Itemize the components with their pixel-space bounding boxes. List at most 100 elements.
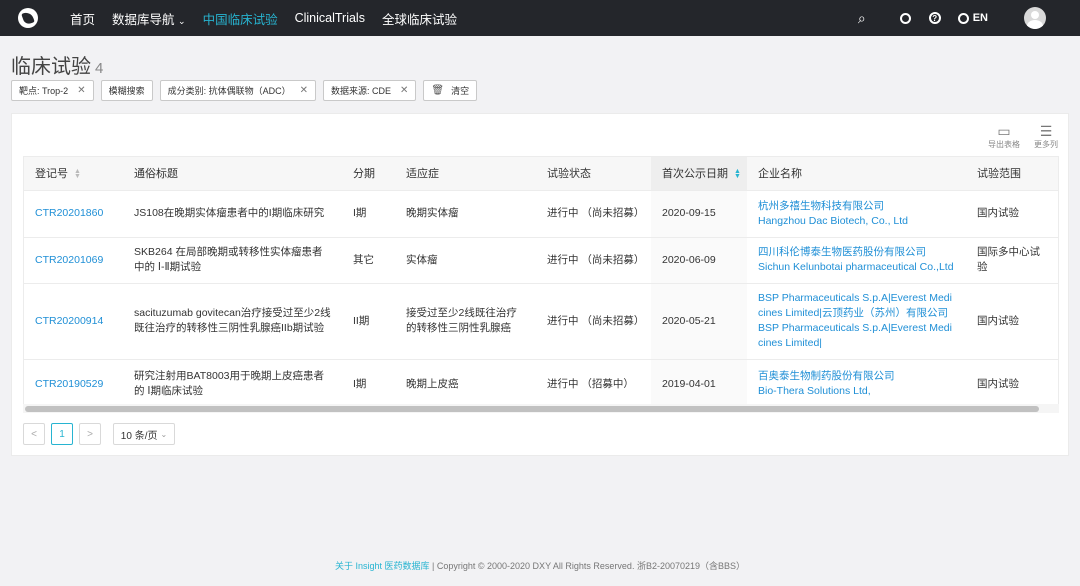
chevron-down-icon: ⌄ <box>178 15 186 26</box>
trial-id-link[interactable]: CTR20201069 <box>24 237 123 284</box>
language-label: EN <box>972 12 988 24</box>
sort-icon[interactable]: ▲ ▼ <box>74 168 81 180</box>
list-icon: ☰ <box>1039 123 1053 139</box>
trial-status: 进行中 （尚未招募） <box>536 190 651 238</box>
company-link[interactable]: 杭州多禧生物科技有限公司 Hangzhou Dac Biotech, Co., … <box>747 190 966 238</box>
company-link[interactable]: 四川科伦博泰生物医药股份有限公司 Sichun Kelunbotai pharm… <box>747 237 966 284</box>
filter-chip-target[interactable]: 靶点: Trop-2 ✕ <box>11 80 94 101</box>
chevron-down-icon: ⌄ <box>160 429 168 439</box>
page-title: 临床试验 4 <box>11 50 103 79</box>
col-header-id[interactable]: 登记号 ▲ ▼ <box>24 157 123 191</box>
top-navbar: 首页 数据库导航 ⌄ 中国临床试验 ClinicalTrials 全球临床试验 … <box>0 0 1080 36</box>
table-header-row: 登记号 ▲ ▼ 通俗标题 分期 适应症 试验状态 首次公示日期 ▲ ▼ 企业名称 试验范… <box>24 157 1058 191</box>
filter-bar: 靶点: Trop-2 ✕ 模糊搜索 成分类别: 抗体偶联物（ADC） ✕ 数据来源:… <box>11 80 478 101</box>
prev-page-button[interactable]: < <box>23 423 45 445</box>
next-page-button[interactable]: > <box>79 423 101 445</box>
avatar[interactable] <box>1024 7 1046 29</box>
trial-phase: I期 <box>342 190 395 238</box>
col-header-company: 企业名称 <box>747 157 966 191</box>
trial-scope: 国际多中心试验 <box>966 237 1058 284</box>
col-header-indication: 适应症 <box>395 157 536 191</box>
filter-chip-source[interactable]: 数据来源: CDE ✕ <box>323 80 417 101</box>
language-switch[interactable]: EN <box>957 12 988 24</box>
trial-id-link[interactable]: CTR20200914 <box>24 283 123 360</box>
col-header-date[interactable]: 首次公示日期 ▲ ▼ <box>651 157 747 191</box>
trial-scope: 国内试验 <box>966 359 1058 410</box>
trial-scope: 国内试验 <box>966 190 1058 238</box>
page-title-text: 临床试验 <box>11 56 91 78</box>
trial-indication: 实体瘤 <box>395 237 536 284</box>
filter-chip-fuzzy[interactable]: 模糊搜索 <box>100 80 153 101</box>
trial-scope: 国内试验 <box>966 283 1058 360</box>
trial-date: 2020-05-21 <box>651 283 747 360</box>
clear-label: 清空 <box>451 86 470 96</box>
nav-home[interactable]: 首页 <box>70 9 95 28</box>
page-1-button[interactable]: 1 <box>51 423 73 445</box>
filter-chip-label: 靶点: Trop-2 <box>19 86 69 96</box>
trial-title: sacituzumab govitecan治疗接受过至少2线既往治疗的转移性三阴… <box>123 283 342 360</box>
close-icon[interactable]: ✕ <box>400 85 408 96</box>
logo-icon[interactable] <box>18 8 38 28</box>
col-header-label: 登记号 <box>35 168 68 181</box>
search-icon[interactable]: ⌕ <box>858 10 866 27</box>
footer: 关于 Insight 医药数据库 | Copyright © 2000-2020… <box>0 559 1080 572</box>
trial-date: 2020-09-15 <box>651 190 747 238</box>
trial-phase: I期 <box>342 359 395 410</box>
close-icon[interactable]: ✕ <box>77 85 85 96</box>
trial-indication: 接受过至少2线既往治疗的转移性三阴性乳腺癌 <box>395 283 536 360</box>
pagination: < 1 > 10 条/页 ⌄ <box>23 423 175 445</box>
trial-status: 进行中 （招募中） <box>536 359 651 410</box>
nav-db-label: 数据库导航 <box>112 12 175 27</box>
trial-title: 研究注射用BAT8003用于晚期上皮癌患者的 Ⅰ期临床试验 <box>123 359 342 410</box>
trial-phase: II期 <box>342 283 395 360</box>
trial-status: 进行中 （尚未招募） <box>536 237 651 284</box>
col-header-scope: 试验范围 <box>966 157 1058 191</box>
table-row: CTR20190529 研究注射用BAT8003用于晚期上皮癌患者的 Ⅰ期临床试… <box>24 359 1058 410</box>
nav-clinicaltrials[interactable]: ClinicalTrials <box>295 11 365 25</box>
clear-filters-button[interactable]: 🗑 清空 <box>423 80 478 101</box>
company-link[interactable]: 百奥泰生物制药股份有限公司 Bio-Thera Solutions Ltd, <box>747 359 966 410</box>
results-card: ▭ 导出表格 ☰ 更多列 登记号 ▲ ▼ 通俗标题 分期 适应症 试验状态 首次公示日期… <box>11 113 1069 456</box>
page-size-label: 10 条/页 <box>120 430 158 442</box>
filter-chip-label: 数据来源: CDE <box>331 86 392 96</box>
page-size-select[interactable]: 10 条/页 ⌄ <box>113 423 175 445</box>
export-icon: ▭ <box>997 123 1011 139</box>
trash-icon: 🗑 <box>431 85 445 96</box>
table-row: CTR20201069 SKB264 在局部晚期或转移性实体瘤患者中的 Ⅰ-Ⅱ期… <box>24 237 1058 284</box>
result-count: 4 <box>95 60 104 77</box>
trial-date: 2020-06-09 <box>651 237 747 284</box>
nav-global-trials[interactable]: 全球临床试验 <box>382 9 457 28</box>
export-label: 导出表格 <box>988 140 1020 149</box>
results-table: 登记号 ▲ ▼ 通俗标题 分期 适应症 试验状态 首次公示日期 ▲ ▼ 企业名称 试验范… <box>23 156 1059 412</box>
lightbulb-icon[interactable] <box>899 12 911 24</box>
export-table-button[interactable]: ▭ 导出表格 <box>988 124 1020 150</box>
table-row: CTR20200914 sacituzumab govitecan治疗接受过至少… <box>24 283 1058 360</box>
trial-title: JS108在晚期实体瘤患者中的I期临床研究 <box>123 190 342 238</box>
trial-id-link[interactable]: CTR20201860 <box>24 190 123 238</box>
col-header-title: 通俗标题 <box>123 157 342 191</box>
trial-phase: 其它 <box>342 237 395 284</box>
filter-chip-label: 成分类别: 抗体偶联物（ADC） <box>167 86 291 96</box>
col-header-label: 首次公示日期 <box>662 168 728 181</box>
trial-id-link[interactable]: CTR20190529 <box>24 359 123 410</box>
horizontal-scrollbar[interactable] <box>23 404 1059 413</box>
help-icon[interactable]: ? <box>928 12 941 24</box>
trial-status: 进行中 （尚未招募） <box>536 283 651 360</box>
table-tools: ▭ 导出表格 ☰ 更多列 <box>988 124 1058 150</box>
nav-china-trials[interactable]: 中国临床试验 <box>203 9 278 28</box>
table-row: CTR20201860 JS108在晚期实体瘤患者中的I期临床研究 I期 晚期实… <box>24 190 1058 238</box>
globe-icon <box>957 12 969 24</box>
filter-chip-component[interactable]: 成分类别: 抗体偶联物（ADC） ✕ <box>159 80 316 101</box>
copyright-text: | Copyright © 2000-2020 DXY All Rights R… <box>432 561 745 571</box>
about-link[interactable]: 关于 Insight 医药数据库 <box>335 561 430 571</box>
filter-chip-label: 模糊搜索 <box>108 86 145 96</box>
sort-icon[interactable]: ▲ ▼ <box>734 168 741 180</box>
more-columns-button[interactable]: ☰ 更多列 <box>1034 124 1058 150</box>
scrollbar-thumb[interactable] <box>25 406 1039 412</box>
trial-indication: 晚期上皮癌 <box>395 359 536 410</box>
close-icon[interactable]: ✕ <box>300 85 308 96</box>
company-link[interactable]: BSP Pharmaceuticals S.p.A|Everest Medici… <box>747 283 966 360</box>
trial-date: 2019-04-01 <box>651 359 747 410</box>
col-header-status: 试验状态 <box>536 157 651 191</box>
nav-db-dropdown[interactable]: 数据库导航 ⌄ <box>112 9 186 28</box>
